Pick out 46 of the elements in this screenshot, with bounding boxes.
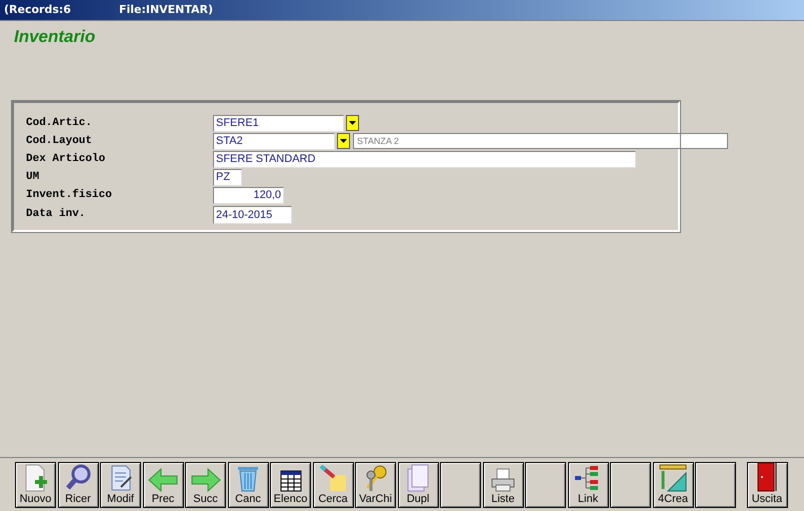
file-name: File:INVENTAR) — [118, 2, 214, 18]
caret-icon — [349, 121, 356, 125]
caret-icon — [340, 139, 347, 143]
toolbar-button[interactable]: VarChi — [355, 462, 396, 508]
printer-icon — [489, 466, 517, 492]
toolbar-button[interactable]: Succ — [185, 462, 226, 508]
drafting-tools-icon — [658, 462, 688, 492]
combo-field[interactable]: SFERE1 — [213, 114, 344, 132]
field-label: Invent.fisico — [26, 188, 113, 203]
toolbar-button[interactable]: Nuovo — [15, 462, 56, 508]
toolbar-button[interactable]: 4Crea — [652, 462, 694, 508]
field-label: Cod.Artic. — [26, 116, 94, 131]
empty-button[interactable] — [525, 462, 566, 508]
flashlight-icon — [318, 462, 348, 492]
text-field[interactable]: SFERE STANDARD — [213, 150, 636, 168]
description-field: STANZA 2 — [353, 133, 728, 149]
toolbar-button[interactable]: Prec — [142, 462, 184, 508]
right-arrow-icon — [190, 466, 222, 492]
pages-icon — [405, 462, 431, 492]
records-count: (Records:6 — [4, 2, 71, 18]
toolbar-button[interactable]: Liste — [482, 462, 524, 508]
form-heading: Inventario — [14, 27, 96, 46]
toolbar-button[interactable]: Canc — [228, 462, 268, 508]
toolbar-button[interactable]: Uscita — [746, 462, 788, 508]
field-label: Data inv. — [26, 207, 86, 222]
toolbar-button[interactable]: Cerca — [312, 462, 354, 508]
left-arrow-icon — [147, 466, 179, 492]
dropdown-button[interactable] — [337, 133, 350, 149]
toolbar-button[interactable]: Modif — [100, 462, 141, 508]
table-icon — [278, 468, 302, 492]
toolbar-button[interactable]: Ricer — [58, 462, 98, 508]
date-field[interactable]: 24-10-2015 — [213, 206, 292, 224]
toolbar-button[interactable]: Link — [568, 462, 608, 508]
dropdown-button[interactable] — [346, 115, 359, 131]
toolbar-button[interactable]: Dupl — [398, 462, 438, 508]
text-field[interactable]: PZ — [213, 168, 242, 186]
field-label: UM — [26, 170, 40, 185]
number-field[interactable]: 120,0 — [213, 186, 284, 204]
combo-field[interactable]: STA2 — [213, 132, 335, 150]
empty-button[interactable] — [695, 462, 736, 508]
toolbar-button[interactable]: Elenco — [270, 462, 311, 508]
empty-button[interactable] — [610, 462, 651, 508]
field-label: Cod.Layout — [26, 134, 94, 149]
field-label: Dex Articolo — [26, 152, 106, 167]
magnifier-icon — [64, 462, 92, 492]
empty-button[interactable] — [440, 462, 481, 508]
